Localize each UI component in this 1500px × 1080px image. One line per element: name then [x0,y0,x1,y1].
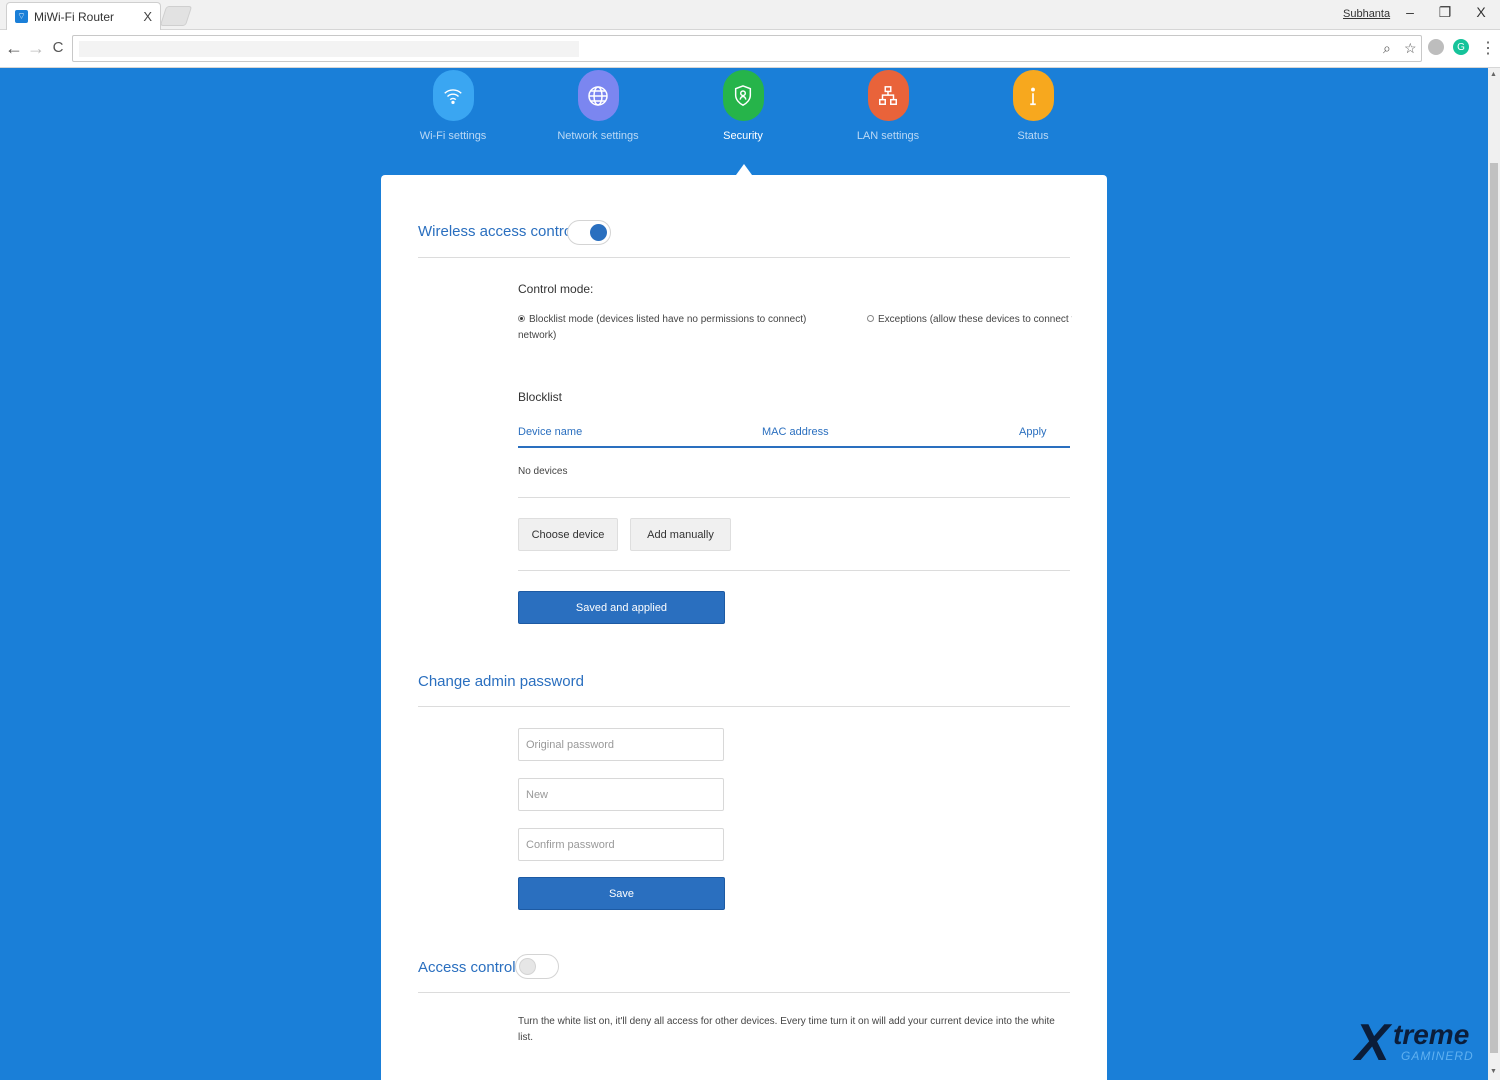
blocklist-mode-text-cont: network) [518,330,557,341]
column-device-name: Device name [518,426,583,438]
wireless-access-title: Wireless access controls [418,223,584,240]
choose-device-button[interactable]: Choose device [518,518,618,551]
tab-close-icon[interactable]: X [143,9,152,24]
buttons-divider [518,570,1070,571]
nav-security[interactable]: Security [683,70,803,142]
table-header-divider [518,446,1070,448]
grammarly-extension-icon[interactable]: G [1453,39,1469,55]
section-divider [418,257,1070,258]
router-favicon-icon: ⌔ [15,10,28,23]
browser-menu-icon[interactable]: ⋮ [1480,38,1496,58]
watermark-treme: treme [1393,1019,1470,1050]
minimize-button[interactable]: – [1400,4,1420,20]
globe-icon [577,70,619,121]
exceptions-radio[interactable] [867,315,874,322]
router-main-nav: Wi-Fi settings Network settings Security… [380,70,1110,170]
shield-icon [722,70,764,121]
confirm-password-input[interactable] [518,828,724,861]
control-mode-label: Control mode: [518,282,594,296]
forward-button[interactable]: → [26,38,46,58]
profile-name[interactable]: Subhanta [1343,8,1390,20]
no-devices-text: No devices [518,466,568,477]
nav-wifi-settings[interactable]: Wi-Fi settings [393,70,513,142]
nav-label: Wi-Fi settings [419,130,487,142]
address-text-area [79,41,579,57]
exceptions-mode-text: Exceptions (allow these devices to conne… [878,314,1072,325]
section-divider [418,992,1070,993]
toggle-knob [590,224,607,241]
save-password-button[interactable]: Save [518,877,725,910]
reload-button[interactable]: C [48,38,68,58]
browser-toolbar: ← → C ⌕ ☆ G ⋮ [0,30,1500,68]
watermark-gaminerd: GAMINERD [1401,1049,1474,1063]
address-bar[interactable]: ⌕ ☆ [72,35,1422,62]
original-password-input[interactable] [518,728,724,761]
table-divider [518,497,1070,498]
close-window-button[interactable]: X [1471,4,1491,20]
saved-and-applied-button[interactable]: Saved and applied [518,591,725,624]
column-apply: Apply [1019,426,1047,438]
browser-tab-bar: ⌔ MiWi-Fi Router X Subhanta – ❐ X [0,0,1500,30]
section-divider [418,706,1070,707]
blocklist-mode-text: Blocklist mode (devices listed have no p… [529,314,807,325]
xtreme-gaminerd-watermark: X treme GAMINERD [1355,1015,1495,1077]
page-scrollbar[interactable]: ▲ ▼ [1488,68,1500,1080]
restore-button[interactable]: ❐ [1435,4,1455,21]
browser-tab[interactable]: ⌔ MiWi-Fi Router X [6,2,161,30]
toggle-knob [519,958,536,975]
bookmark-star-icon[interactable]: ☆ [1404,40,1417,57]
zoom-icon[interactable]: ⌕ [1383,40,1391,57]
extension-drop-icon[interactable] [1428,39,1444,55]
access-control-toggle[interactable] [515,954,559,979]
active-tab-pointer [736,164,752,175]
security-panel: Wireless access controls Control mode: B… [381,175,1107,1080]
blocklist-mode-option[interactable]: Blocklist mode (devices listed have no p… [518,312,838,344]
nav-label: LAN settings [856,130,920,142]
change-password-title: Change admin password [418,673,584,690]
access-control-description: Turn the white list on, it'll deny all a… [518,1016,1055,1043]
new-tab-button[interactable] [159,6,193,26]
network-icon [867,70,909,121]
nav-network-settings[interactable]: Network settings [538,70,658,142]
blocklist-radio[interactable] [518,315,525,322]
wireless-access-toggle[interactable] [567,220,611,245]
nav-label: Network settings [557,130,639,142]
add-manually-button[interactable]: Add manually [630,518,731,551]
exceptions-mode-option[interactable]: Exceptions (allow these devices to conne… [867,312,1072,328]
column-mac-address: MAC address [762,426,829,438]
watermark-x: X [1355,1014,1390,1072]
nav-label: Status [1017,130,1049,142]
back-button[interactable]: ← [4,38,24,58]
tab-title: MiWi-Fi Router [34,9,114,24]
scroll-up-arrow-icon[interactable]: ▲ [1490,71,1497,78]
nav-lan-settings[interactable]: LAN settings [828,70,948,142]
scroll-thumb[interactable] [1490,163,1498,1053]
new-password-input[interactable] [518,778,724,811]
nav-status[interactable]: Status [973,70,1093,142]
info-icon [1012,70,1054,121]
nav-label: Security [723,130,763,142]
blocklist-title: Blocklist [518,390,563,404]
access-control-title: Access control [418,959,516,976]
wifi-icon [432,70,474,121]
